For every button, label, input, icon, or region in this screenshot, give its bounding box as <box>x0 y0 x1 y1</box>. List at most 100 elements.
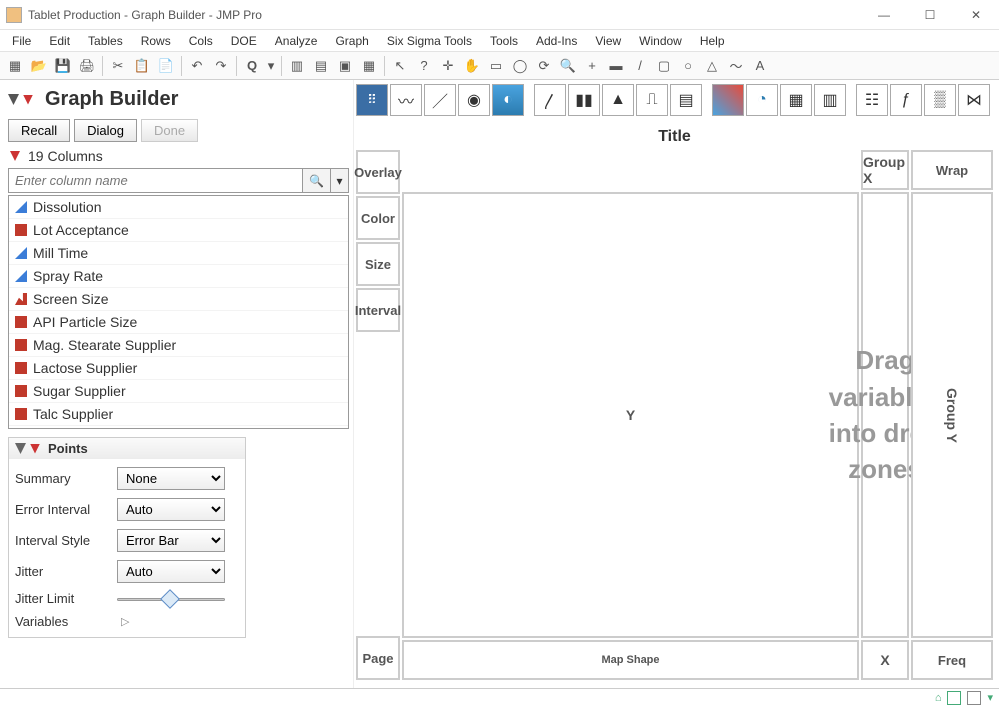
variables-expand-icon[interactable]: ▷ <box>117 615 129 628</box>
mosaic-chart-icon[interactable]: ▥ <box>814 84 846 116</box>
column-list[interactable]: DissolutionLot AcceptanceMill TimeSpray … <box>8 195 349 429</box>
column-item[interactable]: Mag. Stearate Supplier <box>9 334 348 357</box>
drop-center[interactable]: Drag variables into drop zones <box>861 192 909 638</box>
search-dropdown-icon[interactable]: ▾ <box>331 168 349 193</box>
tool-save-icon[interactable]: 💾 <box>52 55 74 77</box>
tool-panel-icon[interactable]: ▦ <box>358 55 380 77</box>
status-box-icon[interactable] <box>947 691 961 705</box>
drop-wrap[interactable]: Wrap <box>911 150 993 190</box>
interval-style-select[interactable]: Error Bar <box>117 529 225 552</box>
map-chart-icon[interactable]: ▒ <box>924 84 956 116</box>
menu-doe[interactable]: DOE <box>223 32 265 50</box>
menu-sixsigma[interactable]: Six Sigma Tools <box>379 32 480 50</box>
menu-edit[interactable]: Edit <box>41 32 78 50</box>
tool-lasso-icon[interactable]: ◯ <box>509 55 531 77</box>
tool-brush-icon[interactable]: ▭ <box>485 55 507 77</box>
tool-copy-icon[interactable]: 📋 <box>131 55 153 77</box>
menu-rows[interactable]: Rows <box>133 32 179 50</box>
tool-freehand-icon[interactable]: 〜 <box>725 55 747 77</box>
tool-group-icon[interactable]: ▤ <box>310 55 332 77</box>
done-button[interactable]: Done <box>141 119 198 142</box>
drop-y[interactable]: Y <box>402 192 859 638</box>
column-item[interactable]: Screen Size <box>9 288 348 311</box>
maximize-button[interactable]: ☐ <box>907 0 953 30</box>
col-menu-icon[interactable] <box>10 151 20 161</box>
status-dropdown-icon[interactable]: ▾ <box>987 691 993 704</box>
menu-help[interactable]: Help <box>692 32 733 50</box>
jitter-limit-slider[interactable] <box>117 592 225 606</box>
tool-cut-icon[interactable]: ✂ <box>107 55 129 77</box>
tool-oval-icon[interactable]: ○ <box>677 55 699 77</box>
tool-zoom-icon[interactable]: Q <box>241 55 263 77</box>
points-chart-icon[interactable]: ፧፧ <box>356 84 388 116</box>
column-item[interactable]: Lot Acceptance <box>9 219 348 242</box>
menu-analyze[interactable]: Analyze <box>267 32 326 50</box>
tool-table-icon[interactable]: ▥ <box>286 55 308 77</box>
line-chart-icon[interactable]: 〳 <box>534 84 566 116</box>
menu-red-icon[interactable] <box>23 95 33 105</box>
column-item[interactable]: Lactose Supplier <box>9 357 348 380</box>
boxplot-chart-icon[interactable]: ⎍ <box>636 84 668 116</box>
menu-graph[interactable]: Graph <box>327 32 376 50</box>
ellipse-chart-icon[interactable]: ◉ <box>458 84 490 116</box>
tool-magnifier-icon[interactable]: 🔍 <box>557 55 579 77</box>
tool-text-icon[interactable]: A <box>749 55 771 77</box>
tool-line-icon[interactable]: / <box>629 55 651 77</box>
line-fit-chart-icon[interactable]: ／ <box>424 84 456 116</box>
status-home-icon[interactable]: ⌂ <box>935 692 942 704</box>
drop-x[interactable]: X <box>861 640 909 680</box>
tool-rect-icon[interactable]: ▢ <box>653 55 675 77</box>
close-button[interactable]: ✕ <box>953 0 999 30</box>
status-box2-icon[interactable] <box>967 691 981 705</box>
contour-chart-icon[interactable]: ◐ <box>492 84 524 116</box>
drop-groupy[interactable]: Group Y <box>911 192 993 638</box>
tool-cross-icon[interactable]: ✛ <box>437 55 459 77</box>
menu-window[interactable]: Window <box>631 32 690 50</box>
formula-chart-icon[interactable]: ƒ <box>890 84 922 116</box>
menu-tables[interactable]: Tables <box>80 32 131 50</box>
column-search-input[interactable] <box>8 168 303 193</box>
summary-select[interactable]: None <box>117 467 225 490</box>
tool-arrow-icon[interactable]: ↖ <box>389 55 411 77</box>
points-menu-icon[interactable] <box>30 444 40 454</box>
disclose-icon[interactable] <box>8 94 19 105</box>
error-interval-select[interactable]: Auto <box>117 498 225 521</box>
menu-addins[interactable]: Add-Ins <box>528 32 585 50</box>
bar-chart-icon[interactable]: ▮▮ <box>568 84 600 116</box>
treemap-chart-icon[interactable]: ▦ <box>780 84 812 116</box>
jitter-select[interactable]: Auto <box>117 560 225 583</box>
minimize-button[interactable]: — <box>861 0 907 30</box>
drop-mapshape[interactable]: Map Shape <box>402 640 859 680</box>
heatmap-chart-icon[interactable] <box>712 84 744 116</box>
menu-view[interactable]: View <box>587 32 629 50</box>
tool-new-icon[interactable]: ▦ <box>4 55 26 77</box>
column-item[interactable]: Talc Supplier <box>9 403 348 426</box>
smoother-chart-icon[interactable]: 〰 <box>390 84 422 116</box>
column-item[interactable]: Sugar Supplier <box>9 380 348 403</box>
column-item[interactable]: Spray Rate <box>9 265 348 288</box>
drop-color[interactable]: Color <box>356 196 400 240</box>
search-icon[interactable]: 🔍 <box>303 168 331 193</box>
tool-undo-icon[interactable]: ↶ <box>186 55 208 77</box>
menu-tools[interactable]: Tools <box>482 32 526 50</box>
tool-help-icon[interactable]: ? <box>413 55 435 77</box>
area-chart-icon[interactable]: ▲ <box>602 84 634 116</box>
tool-chart-icon[interactable]: ▣ <box>334 55 356 77</box>
tool-open-icon[interactable]: 📂 <box>28 55 50 77</box>
menu-file[interactable]: File <box>4 32 39 50</box>
tool-redo-icon[interactable]: ↷ <box>210 55 232 77</box>
points-disclose-icon[interactable] <box>15 443 26 454</box>
caption-chart-icon[interactable]: ☷ <box>856 84 888 116</box>
menu-cols[interactable]: Cols <box>181 32 221 50</box>
drop-groupx[interactable]: Group X <box>861 150 909 190</box>
tool-zoom-dropdown-icon[interactable]: ▾ <box>265 55 277 77</box>
canvas-title[interactable]: Title <box>354 124 995 150</box>
tool-crosshair-icon[interactable]: + <box>581 55 603 77</box>
drop-overlay[interactable]: Overlay <box>356 150 400 194</box>
tool-print-icon[interactable]: 🖨 <box>76 55 98 77</box>
tool-rotate-icon[interactable]: ⟳ <box>533 55 555 77</box>
tool-paste-icon[interactable]: 📄 <box>155 55 177 77</box>
column-item[interactable]: Dissolution <box>9 196 348 219</box>
drop-size[interactable]: Size <box>356 242 400 286</box>
column-item[interactable]: Mill Time <box>9 242 348 265</box>
